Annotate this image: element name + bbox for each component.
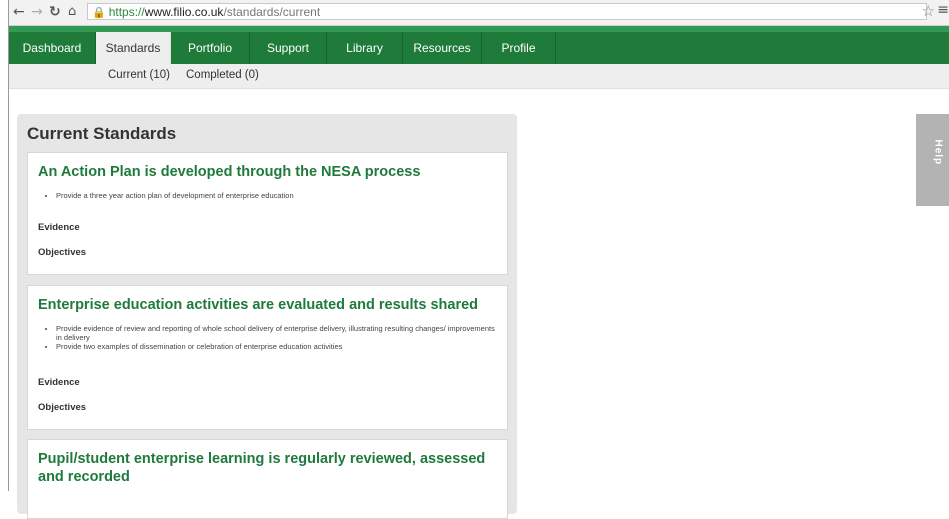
browser-toolbar: ← → ↻ ⌂ 🔒 https://www.filio.co.uk/standar… bbox=[9, 0, 949, 26]
evidence-label[interactable]: Evidence bbox=[38, 222, 80, 233]
reload-icon[interactable]: ↻ bbox=[49, 3, 61, 21]
standard-card: Pupil/student enterprise learning is reg… bbox=[27, 439, 508, 519]
evidence-label[interactable]: Evidence bbox=[38, 377, 80, 388]
url-path: /standards/current bbox=[223, 5, 321, 19]
address-bar[interactable]: 🔒 https://www.filio.co.uk/standards/curre… bbox=[87, 3, 927, 20]
page-title: Current Standards bbox=[27, 124, 177, 143]
nav-support[interactable]: Support bbox=[250, 32, 327, 64]
nav-dashboard[interactable]: Dashboard bbox=[9, 32, 96, 64]
forward-arrow-icon[interactable]: → bbox=[31, 3, 43, 21]
url-host: www.filio.co.uk bbox=[144, 5, 224, 19]
objectives-label[interactable]: Objectives bbox=[38, 402, 86, 413]
nav-standards[interactable]: Standards bbox=[96, 32, 171, 64]
help-tab[interactable]: Help bbox=[916, 114, 949, 206]
menu-icon[interactable]: ≡ bbox=[937, 2, 949, 18]
standard-card: An Action Plan is developed through the … bbox=[27, 152, 508, 275]
standard-bullets: Provide evidence of review and reporting… bbox=[38, 324, 497, 351]
subnav-current[interactable]: Current (10) bbox=[108, 69, 170, 81]
list-item: Provide two examples of dissemination or… bbox=[56, 342, 497, 351]
bookmark-star-icon[interactable]: ☆ bbox=[922, 2, 935, 20]
nav-profile[interactable]: Profile bbox=[482, 32, 556, 64]
subnav-completed[interactable]: Completed (0) bbox=[186, 69, 259, 81]
back-arrow-icon[interactable]: ← bbox=[13, 3, 25, 21]
standard-title[interactable]: Enterprise education activities are eval… bbox=[38, 296, 497, 314]
objectives-label[interactable]: Objectives bbox=[38, 247, 86, 258]
standards-panel: Current Standards An Action Plan is deve… bbox=[17, 114, 517, 519]
standard-title[interactable]: Pupil/student enterprise learning is reg… bbox=[38, 450, 497, 486]
list-item: Provide evidence of review and reporting… bbox=[56, 324, 497, 342]
lock-icon: 🔒 bbox=[92, 7, 106, 19]
url-scheme: https:// bbox=[108, 5, 145, 19]
standard-title[interactable]: An Action Plan is developed through the … bbox=[38, 163, 497, 181]
home-icon[interactable]: ⌂ bbox=[68, 3, 76, 21]
sub-navigation: Current (10) Completed (0) bbox=[9, 64, 949, 89]
nav-resources[interactable]: Resources bbox=[403, 32, 482, 64]
help-label: Help bbox=[932, 139, 944, 166]
nav-portfolio[interactable]: Portfolio bbox=[171, 32, 250, 64]
standard-bullets: Provide a three year action plan of deve… bbox=[38, 191, 497, 200]
main-navigation: Dashboard Standards Portfolio Support Li… bbox=[9, 32, 949, 64]
nav-library[interactable]: Library bbox=[327, 32, 403, 64]
standard-card: Enterprise education activities are eval… bbox=[27, 285, 508, 430]
list-item: Provide a three year action plan of deve… bbox=[56, 191, 497, 200]
